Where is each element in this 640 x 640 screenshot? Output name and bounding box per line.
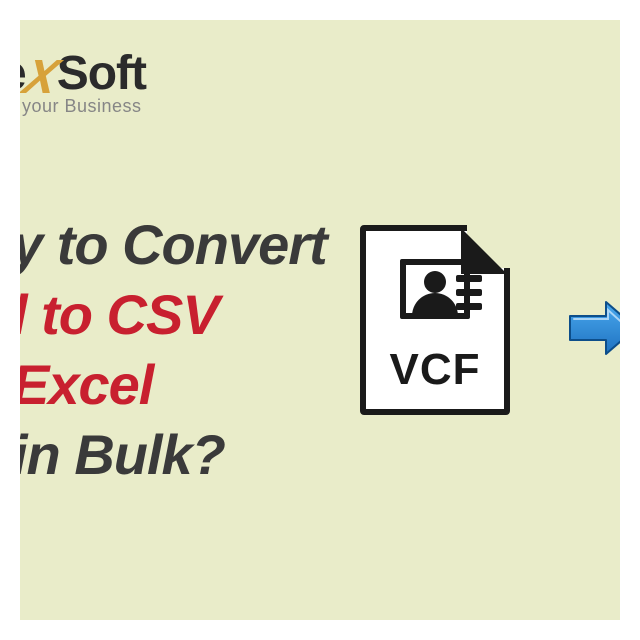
- file-type-label: VCF: [366, 345, 504, 395]
- detail-line-icon: [456, 275, 482, 282]
- headline-text: y to Convert l to CSV Excel in Bulk?: [20, 210, 360, 490]
- logo-suffix: Soft: [57, 47, 146, 100]
- banner-card: eXSoft your Business y to Convert l to C…: [20, 20, 620, 620]
- detail-line-icon: [456, 289, 482, 296]
- arrow-right-icon: [568, 298, 620, 358]
- headline-line-3: in Bulk?: [20, 420, 360, 490]
- vcf-file-icon: VCF: [360, 225, 510, 415]
- dashed-border: eXSoft your Business y to Convert l to C…: [20, 20, 620, 620]
- detail-line-icon: [456, 303, 482, 310]
- thumbnail-frame: eXSoft your Business y to Convert l to C…: [0, 0, 640, 640]
- headline-line-2: l to CSV Excel: [20, 280, 360, 420]
- page-fold-icon: [467, 222, 513, 268]
- logo-word: eXSoft: [20, 50, 146, 98]
- headline-line-1: y to Convert: [20, 210, 360, 280]
- portrait-head: [424, 271, 446, 293]
- brand-logo: eXSoft your Business: [20, 50, 146, 117]
- portrait-body: [412, 293, 458, 319]
